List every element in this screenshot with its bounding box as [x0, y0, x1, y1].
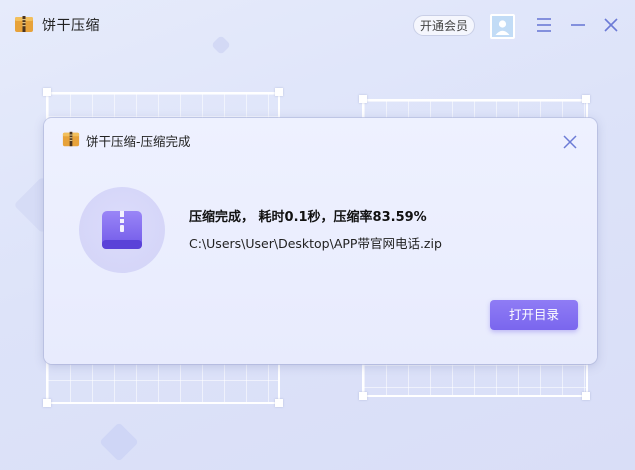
archive-icon-badge [79, 187, 165, 273]
title-bar: 饼干压缩 开通会员 [0, 0, 635, 50]
dialog-title: 饼干压缩-压缩完成 [86, 134, 191, 149]
compress-result-text: 压缩完成， 耗时0.1秒，压缩率83.59% [189, 210, 427, 225]
decor-diamond [99, 422, 139, 462]
open-folder-button[interactable]: 打开目录 [490, 300, 578, 330]
decor-handle [275, 88, 283, 96]
close-icon[interactable] [601, 15, 621, 35]
archive-box-icon [102, 211, 142, 249]
user-avatar-icon[interactable] [490, 14, 515, 39]
zip-archive-logo-icon [62, 131, 80, 147]
app-title: 饼干压缩 [42, 18, 100, 34]
decor-handle [582, 392, 590, 400]
decor-handle [359, 392, 367, 400]
dialog-close-icon[interactable] [562, 134, 578, 150]
decor-handle [43, 88, 51, 96]
compress-complete-dialog: 饼干压缩-压缩完成 压缩完成， 耗时0.1秒，压缩率83.59% C:\User… [44, 118, 597, 364]
decor-handle [582, 95, 590, 103]
menu-icon[interactable] [534, 15, 554, 35]
output-file-path: C:\Users\User\Desktop\APP带官网电话.zip [189, 236, 442, 251]
vip-button[interactable]: 开通会员 [413, 15, 475, 36]
decor-handle [359, 95, 367, 103]
zip-archive-logo-icon [15, 16, 33, 32]
decor-handle [275, 399, 283, 407]
minimize-icon[interactable] [568, 15, 588, 35]
decor-handle [43, 399, 51, 407]
